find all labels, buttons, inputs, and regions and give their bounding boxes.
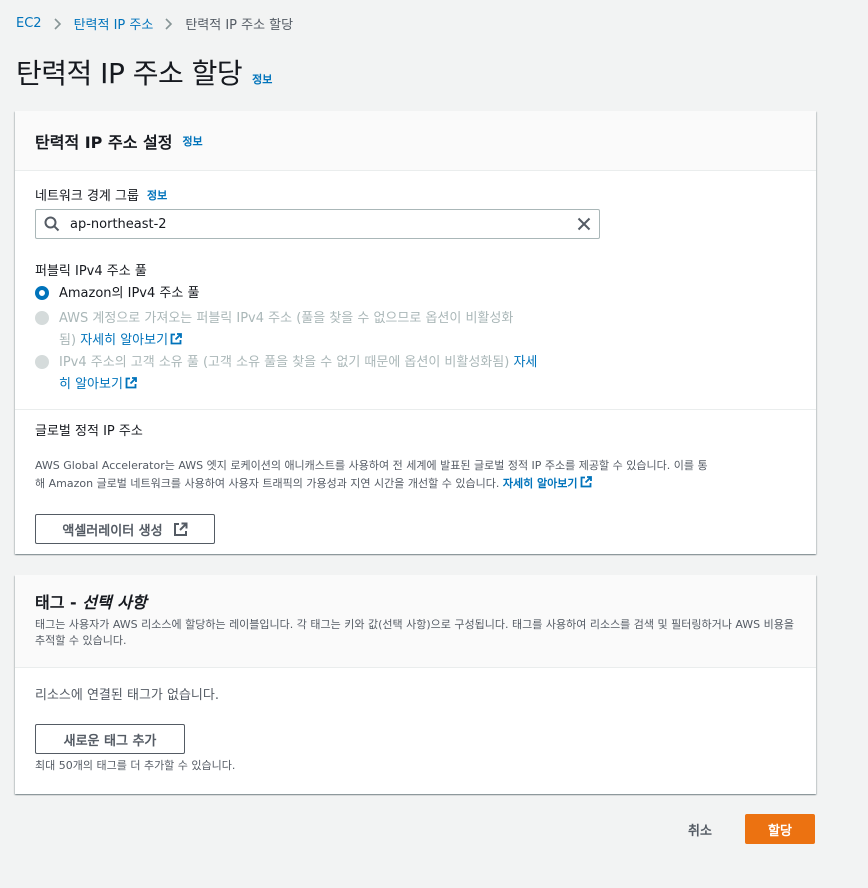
customer-owned-learn-more-link[interactable]: 히 알아보기 [59,377,137,392]
tags-limit-text: 최대 50개의 태그를 더 추가할 수 있습니다. [35,759,236,772]
radio-button-disabled [35,355,49,369]
breadcrumb: EC2 탄력적 IP 주소 탄력적 IP 주소 할당 [16,14,293,33]
breadcrumb-current: 탄력적 IP 주소 할당 [185,18,294,33]
page-info-link[interactable]: 정보 [252,71,272,87]
breadcrumb-elastic-ip[interactable]: 탄력적 IP 주소 [74,14,154,33]
add-tag-button[interactable]: 새로운 태그 추가 [35,724,185,754]
chevron-right-icon [165,17,173,30]
search-icon [44,216,60,232]
radio-button-checked[interactable] [35,286,49,300]
radio-byoip-label-line2: 됨) [59,333,77,348]
radio-amazon-pool[interactable]: Amazon의 IPv4 주소 풀 [35,283,605,305]
global-learn-more-link[interactable]: 자세히 알아보기 [503,476,592,490]
tags-panel: 태그 - 선택 사항 태그는 사용자가 AWS 리소스에 할당하는 레이블입니다… [15,575,816,794]
external-link-icon [580,476,592,488]
settings-panel-title: 탄력적 IP 주소 설정 [35,132,173,152]
network-group-label: 네트워크 경계 그룹 [35,189,139,204]
external-link-icon [173,522,188,536]
radio-byoip-pool: AWS 계정으로 가져오는 퍼블릭 IPv4 주소 (풀을 찾을 수 없으므로 … [35,308,605,352]
external-link-icon [125,377,137,389]
radio-amazon-pool-label: Amazon의 IPv4 주소 풀 [59,286,200,301]
cancel-button[interactable]: 취소 [675,815,725,843]
tags-panel-title: 태그 - 선택 사항 [35,593,147,612]
pool-label: 퍼블릭 IPv4 주소 풀 [35,264,147,279]
network-group-input[interactable] [70,216,577,232]
elastic-ip-settings-panel: 탄력적 IP 주소 설정 정보 네트워크 경계 그룹 정보 퍼블릭 IPv4 주… [15,111,816,554]
page-header: 탄력적 IP 주소 할당 정보 [16,52,272,92]
settings-info-link[interactable]: 정보 [182,133,202,149]
network-group-info-link[interactable]: 정보 [147,187,167,203]
settings-panel-header: 탄력적 IP 주소 설정 정보 [15,111,816,171]
tags-panel-header: 태그 - 선택 사항 태그는 사용자가 AWS 리소스에 할당하는 레이블입니다… [15,575,816,668]
allocate-button[interactable]: 할당 [745,814,815,844]
external-link-icon [170,333,182,345]
network-group-search[interactable] [35,209,600,239]
tags-description: 태그는 사용자가 AWS 리소스에 할당하는 레이블입니다. 각 태그는 키와 … [35,618,795,647]
divider [15,409,816,410]
radio-byoip-label: AWS 계정으로 가져오는 퍼블릭 IPv4 주소 (풀을 찾을 수 없으므로 … [59,311,514,326]
radio-customer-owned-pool: IPv4 주소의 고객 소유 풀 (고객 소유 풀을 찾을 수 없기 때문에 옵… [35,352,605,396]
no-tags-text: 리소스에 연결된 태그가 없습니다. [35,688,219,703]
radio-customer-owned-label: IPv4 주소의 고객 소유 풀 (고객 소유 풀을 찾을 수 없기 때문에 옵… [59,355,510,370]
customer-owned-learn-more-link-part1[interactable]: 자세 [513,355,537,370]
breadcrumb-ec2[interactable]: EC2 [16,16,42,31]
global-ip-label: 글로벌 정적 IP 주소 [35,424,143,439]
page-title: 탄력적 IP 주소 할당 [16,57,243,90]
network-group-label-row: 네트워크 경계 그룹 정보 [35,185,167,205]
close-icon[interactable] [577,217,591,231]
create-accelerator-button[interactable]: 액셀러레이터 생성 [35,514,215,544]
radio-button-disabled [35,311,49,325]
chevron-right-icon [53,17,62,30]
global-ip-description: AWS Global Accelerator는 AWS 엣지 로케이션의 애니캐… [35,459,708,490]
byoip-learn-more-link[interactable]: 자세히 알아보기 [80,333,182,348]
